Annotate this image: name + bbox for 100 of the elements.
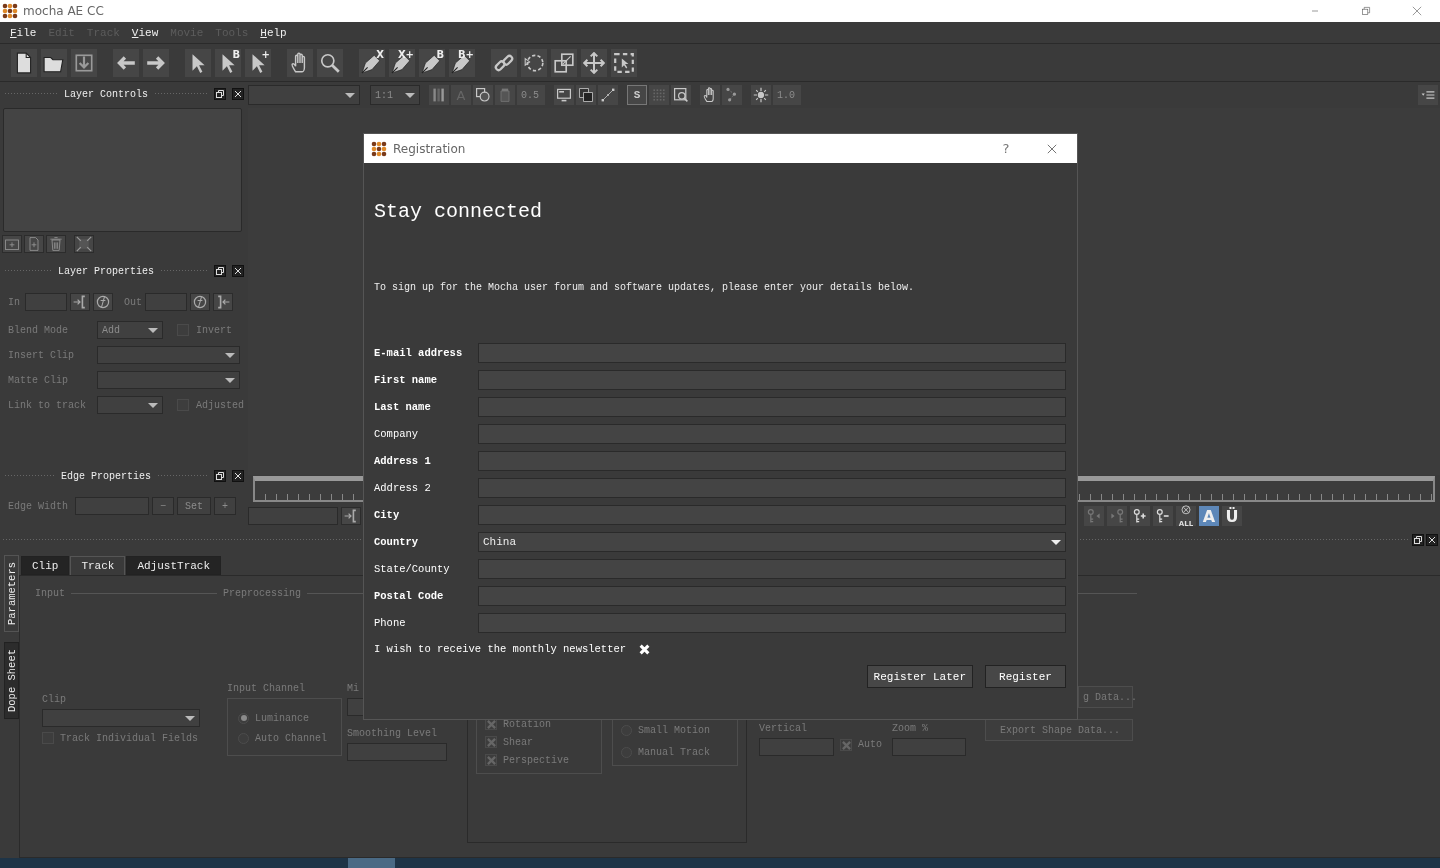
text-field[interactable] [478,451,1066,471]
open-folder-button[interactable] [40,47,68,78]
pointer-tool-button[interactable] [184,47,212,78]
float-button[interactable] [214,265,226,277]
close-icon [233,89,243,99]
layer-colors-button[interactable] [429,85,449,105]
close-button[interactable] [1426,533,1438,546]
side-tab[interactable]: Parameters [4,555,19,632]
pen-b-add-tool-button[interactable]: B+ [448,47,476,78]
rotate-button[interactable] [520,47,548,78]
set-in-button[interactable] [341,507,361,525]
add-key-button[interactable] [1130,506,1150,526]
restore-icon [215,89,225,99]
menu-item[interactable]: Help [254,26,293,39]
text-field[interactable] [478,343,1066,363]
fill-icon [497,87,513,103]
import-icon [73,51,95,74]
back-button[interactable] [112,47,140,78]
checkbox-label: Perspective [503,754,569,766]
clip-dropdown[interactable] [42,709,200,727]
rect-select-icon [613,51,635,74]
rect-select-button[interactable] [610,47,638,78]
close-button[interactable] [232,470,244,482]
toggle-button[interactable]: Ü [1222,506,1242,526]
checkbox[interactable] [485,754,497,766]
clear-out-button[interactable] [190,293,210,311]
scale-button[interactable] [550,47,578,78]
field-label: Link to track [8,399,87,411]
checkbox[interactable] [840,739,852,751]
restore-icon [1360,5,1372,17]
country-dropdown[interactable]: China [478,532,1066,552]
dropdown[interactable] [97,396,163,414]
zoom-tool-button[interactable] [316,47,344,78]
dialog-button[interactable]: Register Later [866,665,973,688]
field-label: In [8,296,21,308]
set-in-button[interactable] [70,293,90,311]
close-icon [1427,534,1437,545]
dialog-button[interactable]: Register [985,665,1066,688]
prev-key-button[interactable] [1084,506,1104,526]
menu-item[interactable]: View [125,26,165,39]
pointer-b-tool-button[interactable]: B [214,47,242,78]
float-button[interactable] [214,470,226,482]
checkbox[interactable] [485,736,497,748]
newsletter-checkbox[interactable] [638,643,651,655]
text-field[interactable] [478,370,1066,390]
stabilize-button[interactable]: S [627,85,647,105]
hand-tool-button[interactable] [286,47,314,78]
field-label: Country [374,536,420,548]
fit-button[interactable] [74,235,94,253]
help-button[interactable]: ? [991,141,1021,156]
pen-x-add-tool-button[interactable]: X+ [388,47,416,78]
hand-button[interactable] [700,85,720,105]
monitor-button[interactable] [554,85,574,105]
text-field[interactable] [478,559,1066,579]
float-button[interactable] [1412,533,1424,546]
text-field[interactable] [478,613,1066,633]
field-label: Blend Mode [8,324,69,336]
checkbox-label: I wish to receive the monthly newsletter [374,643,627,655]
radio-label: Luminance [255,712,309,724]
new-file-button[interactable] [10,47,38,78]
field-label: Smoothing Level [347,728,438,739]
link-button[interactable] [490,47,518,78]
pen-x-tool-button[interactable]: X [358,47,386,78]
close-button[interactable] [232,88,244,100]
brightness-button[interactable] [751,85,771,105]
dialog-heading: Stay connected [374,200,544,223]
delete-button[interactable] [46,235,66,253]
float-button[interactable] [214,88,226,100]
forward-button[interactable] [142,47,170,78]
close-icon [233,266,243,276]
text-field[interactable] [478,505,1066,525]
text-field[interactable] [478,586,1066,606]
pointer-add-tool-button[interactable]: + [244,47,272,78]
zoom-frame-button[interactable] [671,85,691,105]
set-out-button[interactable] [213,293,233,311]
move-button[interactable] [580,47,608,78]
tab[interactable]: Track [70,556,126,575]
tab[interactable]: Clip [21,556,70,575]
remove-key-button[interactable] [1153,506,1173,526]
import-button[interactable] [70,47,98,78]
close-button[interactable] [232,265,244,277]
tab[interactable]: AdjustTrack [126,556,222,575]
menu-item[interactable]: File [4,26,43,39]
track-points-button[interactable] [722,85,742,105]
text-field[interactable] [478,424,1066,444]
clear-in-button[interactable] [93,293,113,311]
new-layer-button[interactable] [24,235,44,253]
pen-b-tool-button[interactable]: B [418,47,446,78]
side-tab[interactable]: Dope Sheet [4,642,19,720]
field-label: Edge Width [8,500,69,512]
spline-button[interactable] [598,85,618,105]
shapes-button[interactable] [473,85,493,105]
remove-key-icon [1155,508,1171,524]
new-group-button[interactable] [2,235,22,253]
radio-button[interactable] [238,712,249,724]
text-field[interactable] [478,478,1066,498]
layers-button[interactable] [576,85,596,105]
checkbox-label: Shear [503,736,533,748]
menu-button[interactable] [1418,85,1438,105]
text-field[interactable] [478,397,1066,417]
